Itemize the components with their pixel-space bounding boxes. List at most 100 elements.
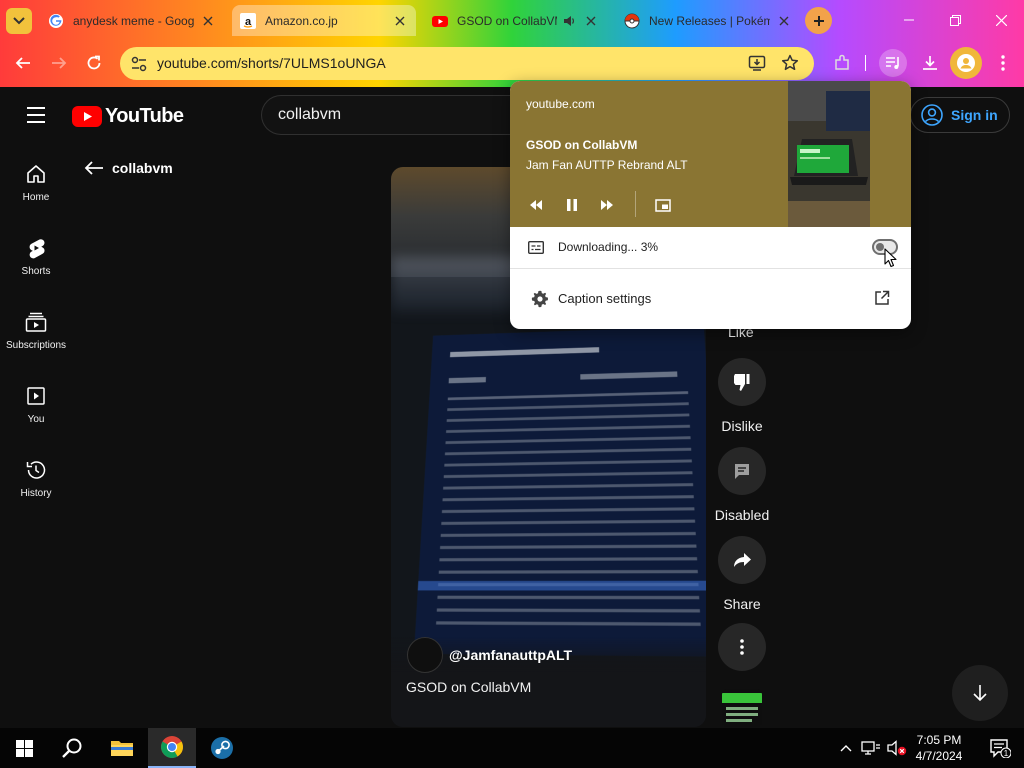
sidebar-item-subscriptions[interactable]: Subscriptions xyxy=(0,291,72,365)
short-title: GSOD on CollabVM xyxy=(406,679,532,695)
youtube-logo[interactable]: YouTube xyxy=(72,105,184,128)
address-bar[interactable]: youtube.com/shorts/7ULMS1oUNGA xyxy=(120,47,814,80)
search-box[interactable]: collabvm xyxy=(261,95,531,135)
close-icon[interactable] xyxy=(392,13,408,29)
previous-track-button[interactable] xyxy=(524,193,548,217)
action-center-button[interactable]: 1 xyxy=(976,728,1024,768)
toolbar-divider xyxy=(865,55,866,71)
tab-amazon[interactable]: a Amazon.co.jp xyxy=(232,5,416,36)
live-caption-status: Downloading... 3% xyxy=(558,240,659,254)
more-vertical-icon[interactable] xyxy=(718,623,766,671)
taskbar-clock[interactable]: 7:05 PM 4/7/2024 xyxy=(906,732,972,764)
close-icon[interactable] xyxy=(200,13,216,29)
steam-taskbar-button[interactable] xyxy=(198,728,246,768)
channel-info[interactable]: @JamfanauttpALT xyxy=(407,637,572,673)
back-to-search[interactable]: collabvm xyxy=(84,156,173,180)
close-icon[interactable] xyxy=(776,13,792,29)
extensions-icon[interactable] xyxy=(828,49,856,77)
pause-button[interactable] xyxy=(560,193,584,217)
tab-anydesk[interactable]: anydesk meme - Goog xyxy=(40,5,224,36)
share-icon[interactable] xyxy=(718,536,766,584)
media-artist: Jam Fan AUTTP Rebrand ALT xyxy=(526,158,688,172)
youtube-icon xyxy=(432,13,448,29)
chevron-down-icon xyxy=(13,17,25,25)
sign-in-label: Sign in xyxy=(951,107,998,123)
media-notification[interactable]: youtube.com GSOD on CollabVM Jam Fan AUT… xyxy=(510,81,911,227)
more-actions-button[interactable] xyxy=(718,623,766,671)
person-icon xyxy=(957,54,975,72)
back-label: collabvm xyxy=(112,160,173,176)
sidebar-item-home[interactable]: Home xyxy=(0,143,72,217)
search-button[interactable] xyxy=(48,728,96,768)
show-hidden-icons[interactable] xyxy=(836,728,856,768)
control-divider xyxy=(635,191,636,217)
restore-button[interactable] xyxy=(932,0,978,40)
file-explorer-button[interactable] xyxy=(98,728,146,768)
download-icon[interactable] xyxy=(916,49,944,77)
comment-icon[interactable] xyxy=(718,447,766,495)
arrow-left-icon xyxy=(84,161,103,175)
hamburger-menu-icon[interactable] xyxy=(24,105,48,125)
rewind-icon xyxy=(530,200,542,210)
channel-name[interactable]: @JamfanauttpALT xyxy=(449,647,572,663)
tab-gsod[interactable]: GSOD on CollabVM xyxy=(424,5,608,36)
back-button[interactable] xyxy=(9,49,37,77)
dislike-button[interactable]: Dislike xyxy=(718,358,766,434)
gear-icon xyxy=(531,290,549,308)
sidebar-item-you[interactable]: You xyxy=(0,365,72,439)
speaker-icon[interactable] xyxy=(561,13,577,29)
picture-in-picture-button[interactable] xyxy=(651,193,675,217)
plus-icon xyxy=(813,15,824,26)
tab-pokemon[interactable]: New Releases | Pokém xyxy=(616,5,800,36)
sidebar-item-history[interactable]: History xyxy=(0,439,72,513)
tab-search-button[interactable] xyxy=(6,8,32,34)
profile-avatar[interactable] xyxy=(950,47,982,79)
windows-logo-icon xyxy=(15,739,33,757)
comments-button[interactable]: Disabled xyxy=(715,447,769,523)
tab-title: Amazon.co.jp xyxy=(265,13,338,28)
sound-thumbnail[interactable] xyxy=(722,689,762,727)
arrow-down-icon xyxy=(973,685,987,702)
google-g-icon xyxy=(48,13,64,29)
start-button[interactable] xyxy=(0,728,48,768)
url-text[interactable]: youtube.com/shorts/7ULMS1oUNGA xyxy=(157,47,386,80)
share-button[interactable]: Share xyxy=(718,536,766,612)
new-tab-button[interactable] xyxy=(805,7,832,34)
chrome-taskbar-button[interactable] xyxy=(148,728,196,768)
search-input[interactable]: collabvm xyxy=(278,96,341,134)
notification-count: 1 xyxy=(1004,749,1009,758)
sign-in-button[interactable]: Sign in xyxy=(910,97,1010,133)
next-track-button[interactable] xyxy=(595,193,619,217)
tab-title: GSOD on CollabVM xyxy=(457,13,557,28)
clock-date: 4/7/2024 xyxy=(915,749,963,763)
you-icon xyxy=(27,387,45,405)
close-icon[interactable] xyxy=(583,13,599,29)
youtube-logo-text: YouTube xyxy=(105,105,184,127)
network-status[interactable] xyxy=(858,728,884,768)
channel-avatar[interactable] xyxy=(407,637,443,673)
history-icon xyxy=(26,461,46,479)
arrow-right-icon xyxy=(52,57,67,69)
external-link-icon[interactable] xyxy=(874,290,890,306)
next-short-button[interactable] xyxy=(952,665,1008,721)
star-icon[interactable] xyxy=(781,54,799,72)
search-icon xyxy=(62,738,82,758)
install-app-icon[interactable] xyxy=(748,54,766,72)
site-settings-icon[interactable] xyxy=(130,55,148,73)
minimize-button[interactable] xyxy=(886,0,932,40)
media-control-icon[interactable] xyxy=(879,49,907,77)
sidebar-item-shorts[interactable]: Shorts xyxy=(0,217,72,291)
caption-settings-row[interactable]: Caption settings xyxy=(510,279,911,319)
live-caption-row: Downloading... 3% xyxy=(510,227,911,269)
pokeball-icon xyxy=(624,13,640,29)
chrome-icon xyxy=(161,736,183,758)
dislike-icon[interactable] xyxy=(718,358,766,406)
kebab-menu-icon[interactable] xyxy=(989,49,1017,77)
tab-title: New Releases | Pokém xyxy=(649,13,770,28)
close-window-button[interactable] xyxy=(978,0,1024,40)
subscriptions-icon xyxy=(25,312,47,332)
reload-button[interactable] xyxy=(80,49,108,77)
forward-button[interactable] xyxy=(45,49,73,77)
media-artwork xyxy=(788,81,870,227)
windows-taskbar: 7:05 PM 4/7/2024 1 xyxy=(0,728,1024,768)
